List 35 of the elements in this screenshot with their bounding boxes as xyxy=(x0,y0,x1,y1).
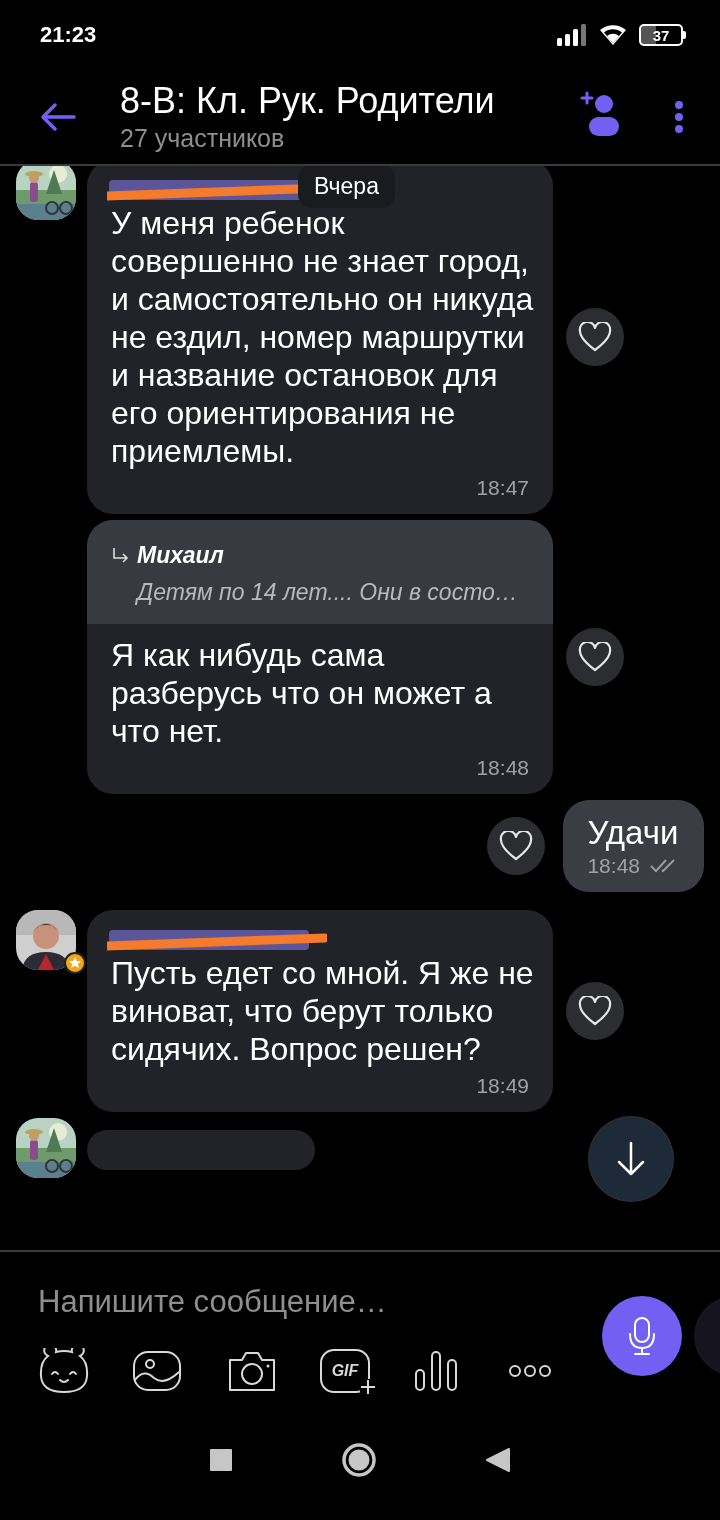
message-time: 18:48 xyxy=(587,854,640,878)
more-options-icon[interactable] xyxy=(674,100,684,134)
heart-icon xyxy=(578,642,612,672)
clock-time: 21:23 xyxy=(40,22,97,48)
quoted-message[interactable]: Михаил Детям по 14 лет.... Они в состо… xyxy=(87,520,553,624)
heart-icon xyxy=(578,996,612,1026)
recents-icon[interactable] xyxy=(209,1448,233,1472)
message-time: 18:49 xyxy=(476,1074,529,1098)
signal-icon xyxy=(557,24,587,46)
back-icon[interactable] xyxy=(485,1447,511,1473)
message-input-field[interactable]: Напишите сообщение… xyxy=(38,1282,558,1322)
wifi-icon xyxy=(599,24,627,46)
message-time: 18:47 xyxy=(476,476,529,500)
microphone-icon xyxy=(627,1316,657,1356)
sticker-icon[interactable] xyxy=(38,1348,90,1394)
quoted-text: Детям по 14 лет.... Они в состо… xyxy=(134,579,519,606)
chat-title: 8-В: Кл. Рук. Родители xyxy=(120,80,496,122)
reply-arrow-icon xyxy=(111,546,129,565)
gallery-icon[interactable] xyxy=(132,1350,182,1392)
message-text: Пусть едет со мной. Я же не виноват, что берут только сидячих. Вопрос решен? xyxy=(110,954,535,1068)
member-count: 27 участников xyxy=(120,123,286,154)
home-icon[interactable] xyxy=(341,1442,377,1478)
battery-percent: 37 xyxy=(639,24,683,46)
quoted-author: Михаил xyxy=(137,542,224,569)
date-label: Вчера xyxy=(298,166,395,208)
add-person-icon[interactable] xyxy=(580,91,620,137)
back-arrow-icon[interactable] xyxy=(40,102,76,132)
heart-icon xyxy=(499,831,534,861)
message-time: 18:48 xyxy=(476,756,529,780)
down-arrow-icon xyxy=(616,1141,646,1177)
message-text: Я как нибудь сама разберусь что он может а что нет. xyxy=(110,636,493,750)
message-text: Удачи xyxy=(586,814,680,852)
heart-icon xyxy=(578,322,612,352)
voice-message-icon[interactable] xyxy=(414,1350,458,1392)
more-icon[interactable] xyxy=(508,1364,552,1378)
